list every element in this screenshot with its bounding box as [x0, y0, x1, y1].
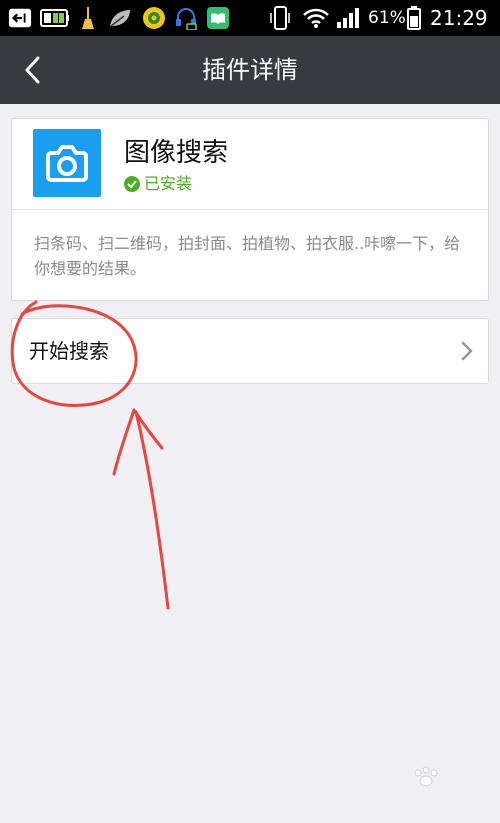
battery-icon — [406, 6, 422, 30]
app-icon — [142, 6, 166, 30]
battery-percent: 61% — [368, 8, 406, 28]
battery-saver-icon — [40, 6, 70, 30]
back-arrow-icon — [8, 6, 32, 30]
chevron-right-icon — [461, 341, 473, 361]
page-title: 插件详情 — [202, 56, 298, 84]
broom-icon — [76, 6, 100, 30]
plugin-card: 图像搜索 已安装 扫条码、扫二维码，拍封面、拍植物、拍衣服..咔嚓一下，给你想要… — [11, 118, 489, 301]
chevron-left-icon — [25, 56, 40, 84]
title-bar: 插件详情 — [0, 36, 500, 104]
annotation-arrow-head — [112, 408, 164, 476]
wifi-icon — [302, 6, 330, 30]
installed-label: 已安装 — [144, 174, 193, 193]
plugin-description: 扫条码、扫二维码，拍封面、拍植物、拍衣服..咔嚓一下，给你想要的结果。 — [34, 234, 461, 278]
plugin-header: 图像搜索 已安装 — [12, 119, 488, 209]
start-search-label: 开始搜索 — [29, 339, 109, 363]
annotation-arrow-shaft — [134, 410, 170, 610]
signal-icon — [336, 6, 360, 30]
vibrate-icon — [268, 6, 292, 30]
watermark-logo — [414, 766, 438, 787]
divider — [12, 209, 488, 210]
check-circle-icon — [124, 176, 140, 192]
start-search-button[interactable]: 开始搜索 — [11, 318, 489, 384]
back-button[interactable] — [12, 50, 52, 90]
book-icon — [206, 6, 230, 30]
camera-icon — [33, 129, 101, 197]
clock: 21:29 — [430, 6, 488, 30]
installed-status: 已安装 — [124, 173, 192, 195]
headset-icon — [174, 6, 198, 30]
status-bar: 61% 21:29 — [0, 0, 500, 36]
plugin-name: 图像搜索 — [124, 138, 229, 168]
leaf-icon — [108, 6, 132, 30]
